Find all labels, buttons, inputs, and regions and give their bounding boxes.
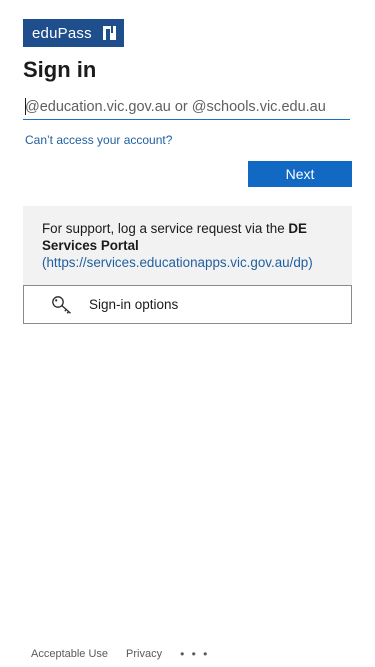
support-text: For support, log a service request via t… — [42, 221, 289, 236]
text-caret — [25, 98, 26, 115]
more-options-icon[interactable]: • • • — [180, 648, 209, 660]
logo-text: eduPass — [32, 24, 92, 42]
privacy-link[interactable]: Privacy — [126, 648, 162, 660]
sign-in-options-label: Sign-in options — [89, 297, 179, 312]
footer: Acceptable Use Privacy • • • — [31, 648, 209, 660]
edupass-logo: eduPass — [23, 19, 124, 47]
email-input[interactable] — [23, 94, 350, 120]
page-title: Sign in — [23, 57, 97, 82]
next-button[interactable]: Next — [248, 161, 352, 187]
logo-mark-icon — [103, 26, 116, 40]
services-portal-link[interactable]: (https://services.educationapps.vic.gov.… — [42, 255, 313, 270]
cant-access-account-link[interactable]: Can’t access your account? — [25, 133, 172, 147]
support-notice: For support, log a service request via t… — [23, 206, 352, 285]
sign-in-options-button[interactable]: Sign-in options — [23, 285, 352, 324]
acceptable-use-link[interactable]: Acceptable Use — [31, 648, 108, 660]
sign-in-page: eduPass Sign in Can’t access your accoun… — [0, 0, 375, 667]
key-icon — [52, 296, 71, 314]
